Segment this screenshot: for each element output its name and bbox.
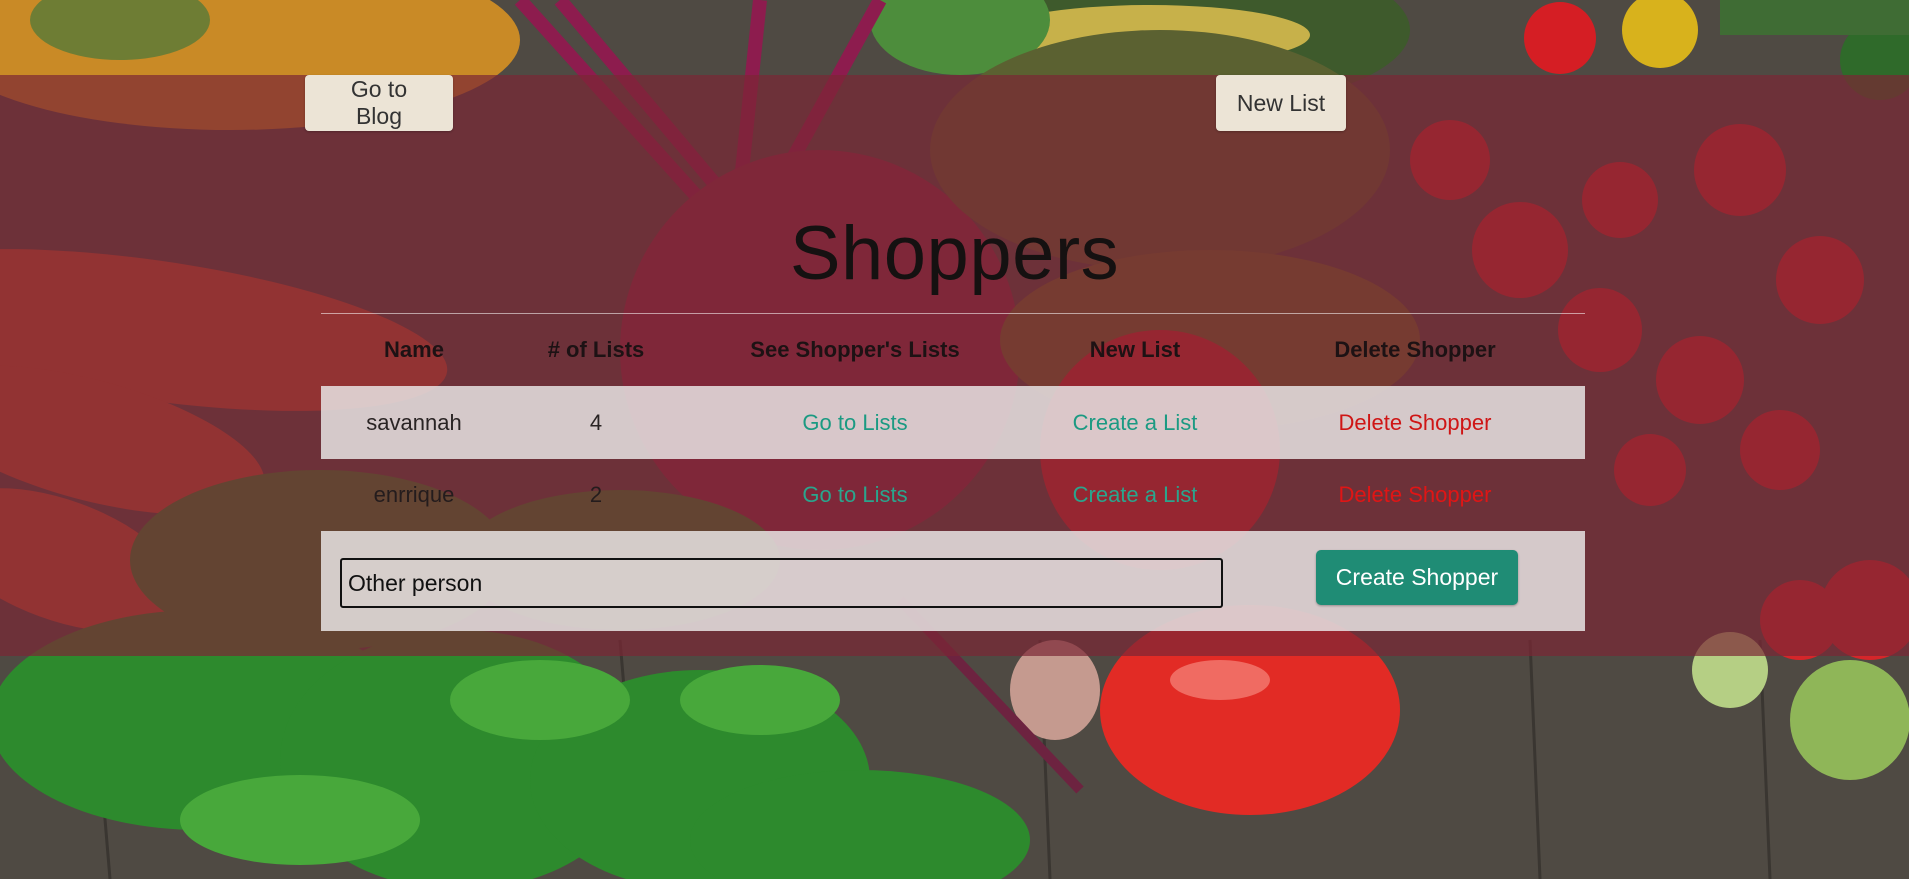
- shopper-list-count: 2: [589, 482, 603, 507]
- table-header: Name # of Lists See Shopper's Lists New …: [321, 330, 1585, 370]
- new-list-button[interactable]: New List: [1216, 75, 1346, 131]
- column-header-name: Name: [384, 337, 444, 362]
- column-header-list-count: # of Lists: [547, 337, 645, 362]
- go-to-blog-button[interactable]: Go to Blog: [305, 75, 453, 131]
- table-row: savannah 4 Go to Lists Create a List Del…: [321, 386, 1585, 459]
- delete-shopper-link[interactable]: Delete Shopper: [1339, 410, 1492, 436]
- shopper-name: savannah: [366, 409, 462, 435]
- table-row: enrrique 2 Go to Lists Create a List Del…: [321, 460, 1585, 530]
- shopper-list-count: 4: [589, 409, 603, 435]
- new-shopper-form: Create Shopper: [321, 531, 1585, 631]
- shopper-name-input[interactable]: [340, 558, 1223, 608]
- column-header-new-list: New List: [1089, 337, 1181, 362]
- create-a-list-link[interactable]: Create a List: [1073, 482, 1198, 508]
- delete-shopper-link[interactable]: Delete Shopper: [1339, 482, 1492, 508]
- create-shopper-button[interactable]: Create Shopper: [1316, 550, 1518, 605]
- column-header-delete: Delete Shopper: [1334, 337, 1496, 362]
- go-to-lists-link[interactable]: Go to Lists: [802, 410, 907, 436]
- page-title: Shoppers: [789, 211, 1120, 296]
- page-root: Go to Blog New List Shoppers Name # of L…: [0, 0, 1909, 879]
- create-a-list-link[interactable]: Create a List: [1073, 410, 1198, 436]
- title-divider: [321, 313, 1585, 314]
- go-to-lists-link[interactable]: Go to Lists: [802, 482, 907, 508]
- shopper-name: enrrique: [373, 482, 455, 507]
- column-header-see-lists: See Shopper's Lists: [750, 337, 960, 362]
